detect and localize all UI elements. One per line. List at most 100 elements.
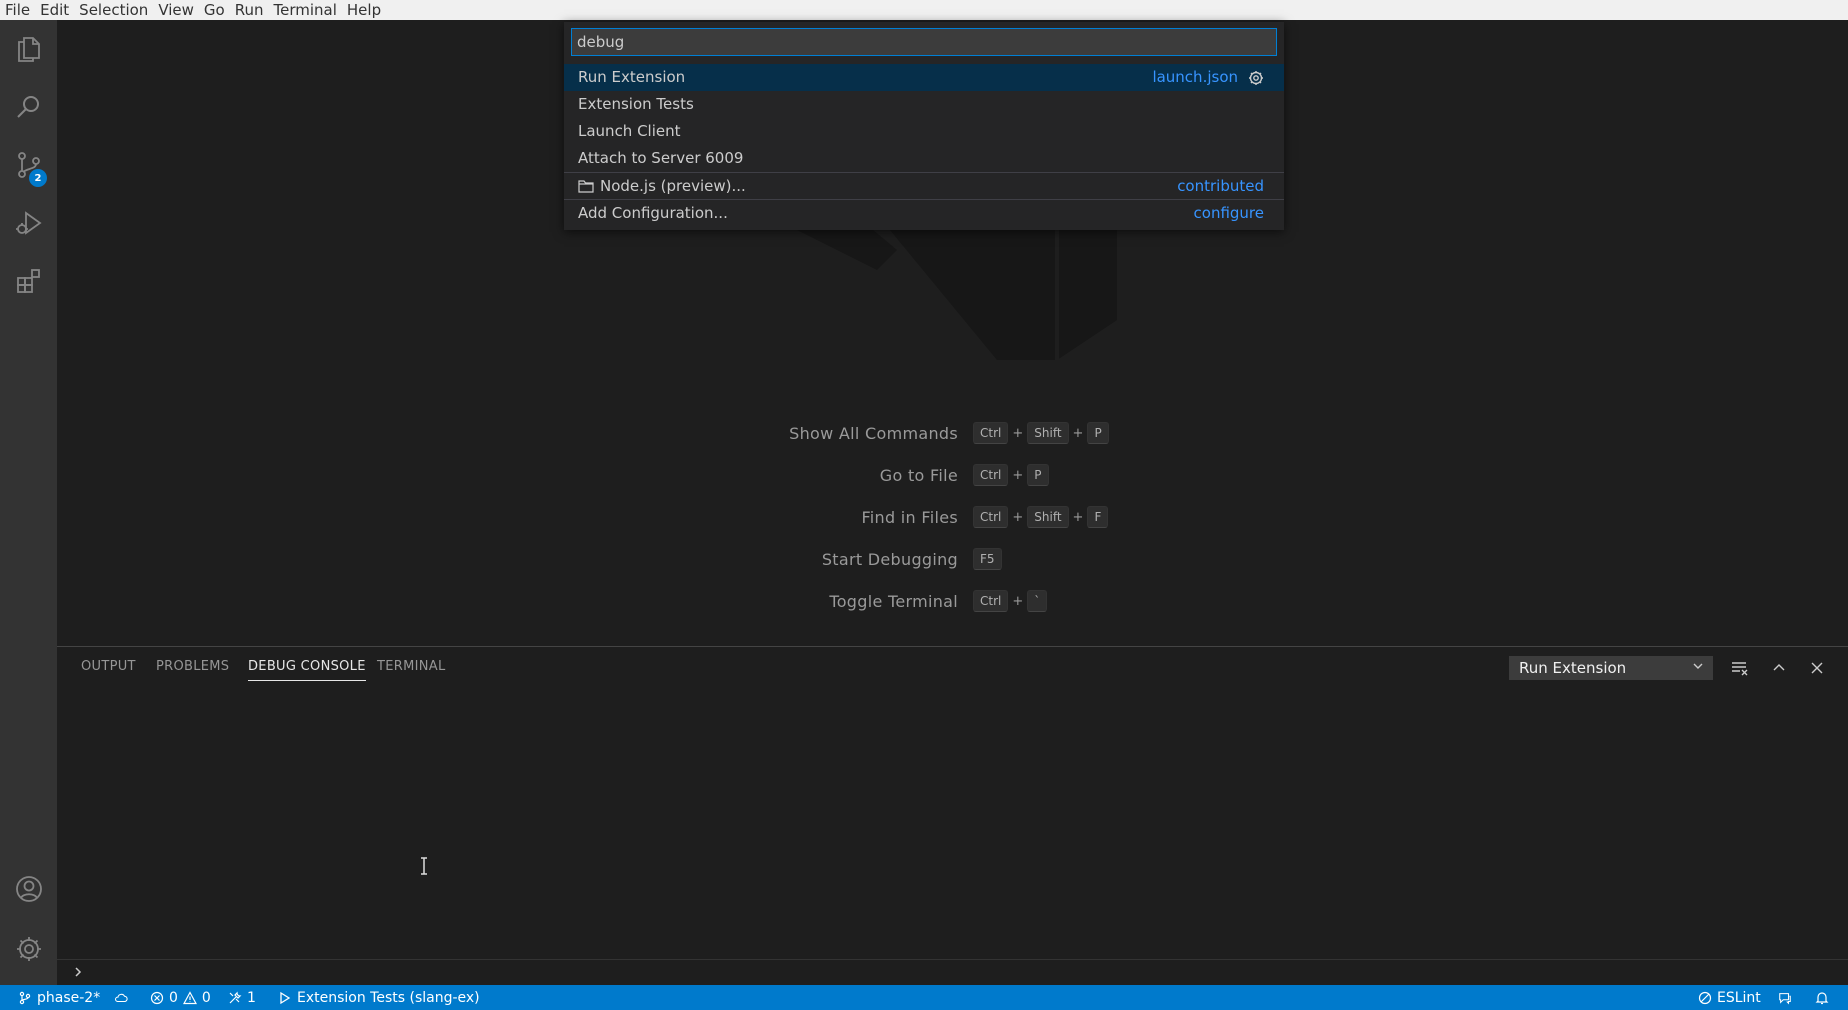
tab-debug-console[interactable]: DEBUG CONSOLE <box>248 659 366 681</box>
problems-status[interactable]: 0 0 <box>150 985 211 1010</box>
item-description: configure <box>1193 204 1264 222</box>
tools-icon <box>229 991 242 1003</box>
close-panel-icon[interactable] <box>1807 658 1827 678</box>
feedback-icon[interactable] <box>1778 985 1792 1010</box>
settings-gear-icon[interactable] <box>0 920 57 978</box>
shortcut-go-to-file: Go to File Ctrl + P <box>57 462 1848 490</box>
configure-gear-icon[interactable] <box>1248 70 1264 86</box>
debug-console-input[interactable] <box>57 959 1848 985</box>
shortcut-keys: Ctrl + ` <box>973 590 1048 612</box>
source-control-icon[interactable]: 2 <box>0 136 57 194</box>
branch-status[interactable]: phase-2* <box>18 985 100 1010</box>
eslint-status[interactable]: ESLint <box>1698 985 1761 1010</box>
plus-sign: + <box>1012 467 1024 483</box>
extensions-icon[interactable] <box>0 252 57 310</box>
search-icon[interactable] <box>0 78 57 136</box>
branch-name: phase-2* <box>37 989 101 1006</box>
debug-status[interactable]: Extension Tests (slang-ex) <box>278 985 480 1010</box>
folder-icon <box>578 179 594 193</box>
key-cap: F <box>1087 506 1109 528</box>
menu-selection[interactable]: Selection <box>74 0 153 20</box>
key-cap: P <box>1027 464 1049 486</box>
shortcut-label: Find in Files <box>861 508 958 527</box>
item-label: Run Extension <box>578 68 686 86</box>
item-description: launch.json <box>1152 64 1264 91</box>
menu-file[interactable]: File <box>0 0 35 20</box>
shortcut-label: Start Debugging <box>821 550 958 569</box>
quick-pick-item-attach-server[interactable]: Attach to Server 6009 <box>564 145 1284 172</box>
ports-count: 1 <box>247 989 256 1006</box>
key-cap: ` <box>1027 590 1048 612</box>
shortcut-keys: Ctrl + P <box>973 464 1049 486</box>
menu-help[interactable]: Help <box>342 0 386 20</box>
tab-problems[interactable]: PROBLEMS <box>156 659 229 680</box>
text-cursor-icon <box>421 857 427 875</box>
notifications-bell-icon[interactable] <box>1815 985 1829 1010</box>
menu-edit[interactable]: Edit <box>35 0 74 20</box>
chevron-right-icon <box>75 967 82 977</box>
item-label: Launch Client <box>578 122 681 140</box>
quick-pick-item-add-configuration[interactable]: Add Configuration... configure <box>564 199 1284 226</box>
tab-output[interactable]: OUTPUT <box>81 659 136 680</box>
key-cap: P <box>1087 422 1109 444</box>
quick-pick-item-nodejs[interactable]: Node.js (preview)... contributed <box>564 172 1284 199</box>
menu-bar: File Edit Selection View Go Run Terminal… <box>0 0 1848 20</box>
shortcut-toggle-terminal: Toggle Terminal Ctrl + ` <box>57 588 1848 616</box>
warning-count: 0 <box>201 989 211 1006</box>
run-debug-icon[interactable] <box>0 194 57 252</box>
debug-config-name: Extension Tests (slang-ex) <box>297 989 480 1006</box>
item-label: Extension Tests <box>578 95 694 113</box>
item-label: Attach to Server 6009 <box>578 149 744 167</box>
key-cap: Shift <box>1027 422 1069 444</box>
activity-bar: 2 <box>0 20 57 985</box>
shortcut-label: Show All Commands <box>789 424 958 443</box>
accounts-icon[interactable] <box>0 860 57 918</box>
play-icon <box>280 991 291 1004</box>
plus-sign: + <box>1072 425 1084 441</box>
menu-run[interactable]: Run <box>230 0 269 20</box>
cloud-sync-icon <box>115 993 128 1002</box>
clear-console-icon[interactable] <box>1730 658 1750 678</box>
shortcut-keys: Ctrl + Shift + F <box>973 506 1109 528</box>
menu-go[interactable]: Go <box>199 0 230 20</box>
quick-pick-item-run-extension[interactable]: Run Extension launch.json <box>564 64 1284 91</box>
launch-json-link[interactable]: launch.json <box>1152 64 1238 91</box>
plus-sign: + <box>1012 509 1024 525</box>
shortcut-find-in-files: Find in Files Ctrl + Shift + F <box>57 504 1848 532</box>
sync-status[interactable] <box>114 985 128 1010</box>
tab-terminal[interactable]: TERMINAL <box>377 659 446 680</box>
key-cap: Shift <box>1027 506 1069 528</box>
key-cap: Ctrl <box>973 590 1009 612</box>
status-bar: phase-2* 0 0 1 Extension Tests (slang-ex… <box>0 985 1848 1010</box>
menu-view[interactable]: View <box>153 0 199 20</box>
ports-status[interactable]: 1 <box>228 985 256 1010</box>
eslint-disabled-icon <box>1698 991 1712 1004</box>
plus-sign: + <box>1012 593 1024 609</box>
key-cap: Ctrl <box>973 422 1009 444</box>
chevron-down-icon <box>1693 663 1703 669</box>
menu-terminal[interactable]: Terminal <box>269 0 342 20</box>
quick-pick-input[interactable] <box>571 28 1277 56</box>
shortcut-start-debugging: Start Debugging F5 <box>57 546 1848 574</box>
shortcut-keys: F5 <box>973 548 1002 570</box>
eslint-label: ESLint <box>1717 989 1761 1006</box>
key-cap: Ctrl <box>973 506 1009 528</box>
scm-badge: 2 <box>29 169 47 187</box>
shortcut-label: Toggle Terminal <box>829 592 958 611</box>
key-cap: F5 <box>973 548 1002 570</box>
select-value: Run Extension <box>1519 659 1627 677</box>
debug-configuration-quick-pick: Run Extension launch.json Extension Test… <box>564 22 1284 230</box>
error-icon <box>150 991 164 1004</box>
bottom-panel: OUTPUT PROBLEMS DEBUG CONSOLE TERMINAL R… <box>57 646 1848 985</box>
error-count: 0 <box>169 989 178 1006</box>
maximize-panel-icon[interactable] <box>1769 658 1789 678</box>
explorer-icon[interactable] <box>0 20 57 78</box>
plus-sign: + <box>1072 509 1084 525</box>
debug-config-select[interactable]: Run Extension <box>1509 656 1713 680</box>
warning-icon <box>182 990 197 1004</box>
quick-pick-item-launch-client[interactable]: Launch Client <box>564 118 1284 145</box>
shortcut-show-all-commands: Show All Commands Ctrl + Shift + P <box>57 420 1848 448</box>
key-cap: Ctrl <box>973 464 1009 486</box>
quick-pick-item-extension-tests[interactable]: Extension Tests <box>564 91 1284 118</box>
git-branch-icon <box>19 991 31 1004</box>
